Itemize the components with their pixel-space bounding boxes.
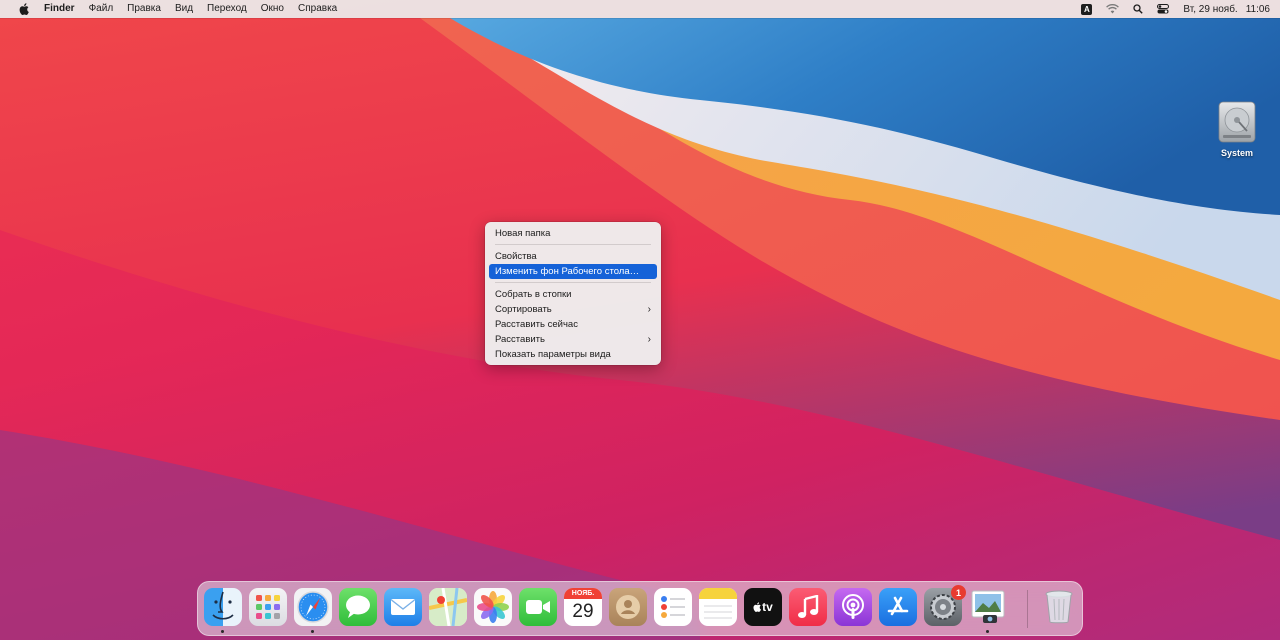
- dock-launchpad[interactable]: [249, 588, 287, 626]
- dock-divider: [1027, 590, 1028, 628]
- messages-icon: [346, 595, 370, 618]
- desktop-context-menu: Новая папка Свойства Изменить фон Рабоче…: [485, 222, 661, 365]
- photos-icon: [477, 591, 509, 623]
- menu-help[interactable]: Справка: [291, 0, 344, 18]
- menu-separator: [495, 282, 651, 283]
- finder-icon: [212, 591, 234, 620]
- input-source-icon[interactable]: A: [1081, 3, 1093, 15]
- menu-item-label: Сортировать: [495, 304, 552, 315]
- chevron-right-icon: ›: [647, 304, 651, 315]
- menu-go[interactable]: Переход: [200, 0, 254, 18]
- dock-safari[interactable]: [294, 588, 332, 633]
- dock-system-preferences[interactable]: 1: [924, 585, 966, 626]
- clock-time: 11:06: [1245, 3, 1270, 15]
- dock-preview[interactable]: [969, 588, 1007, 633]
- launchpad-icon: [256, 595, 280, 619]
- dock-contacts[interactable]: [609, 588, 647, 626]
- preview-icon: [971, 590, 1005, 623]
- music-icon: [798, 595, 819, 618]
- menu-item-label: Показать параметры вида: [495, 349, 611, 360]
- menu-window[interactable]: Окно: [254, 0, 291, 18]
- notes-icon: [699, 588, 737, 619]
- app-store-icon: [887, 596, 909, 616]
- menu-item-use-stacks[interactable]: Собрать в стопки: [489, 287, 657, 302]
- reminders-icon: [661, 596, 685, 618]
- dock-podcasts[interactable]: [834, 588, 872, 626]
- trash-icon: [1045, 590, 1073, 624]
- dock-reminders[interactable]: [654, 588, 692, 626]
- calendar-day: 29: [572, 601, 594, 622]
- menu-file[interactable]: Файл: [82, 0, 121, 18]
- dock: НОЯБ. 29 tv 1: [197, 581, 1083, 636]
- dock-music[interactable]: [789, 588, 827, 626]
- dock-calendar[interactable]: НОЯБ. 29: [564, 588, 602, 626]
- hard-drive-icon: [1218, 101, 1256, 143]
- apple-menu-icon[interactable]: [12, 3, 37, 15]
- menu-separator: [495, 244, 651, 245]
- menu-item-new-folder[interactable]: Новая папка: [489, 226, 657, 241]
- facetime-icon: [526, 600, 550, 614]
- menu-bar-clock[interactable]: Вт, 29 нояб. 11:06: [1183, 4, 1270, 15]
- menu-item-label: Собрать в стопки: [495, 289, 572, 300]
- mail-icon: [391, 599, 415, 615]
- menu-item-label: Изменить фон Рабочего стола…: [495, 266, 640, 277]
- running-indicator: [221, 630, 224, 633]
- apple-icon: [753, 602, 762, 612]
- dock-messages[interactable]: [339, 588, 377, 626]
- desktop-icon-system[interactable]: System: [1210, 100, 1264, 158]
- desktop-icon-label: System: [1220, 148, 1254, 158]
- menu-app-finder[interactable]: Finder: [37, 0, 82, 18]
- menu-item-get-info[interactable]: Свойства: [489, 249, 657, 264]
- menu-edit[interactable]: Правка: [120, 0, 168, 18]
- chevron-right-icon: ›: [647, 334, 651, 345]
- control-center-icon[interactable]: [1157, 4, 1170, 14]
- dock-trash[interactable]: [1040, 588, 1078, 626]
- clock-date: Вт, 29 нояб.: [1183, 3, 1238, 15]
- running-indicator: [311, 630, 314, 633]
- safari-icon: [297, 591, 329, 623]
- wifi-icon[interactable]: [1106, 4, 1120, 14]
- dock-maps[interactable]: [429, 588, 467, 626]
- menu-item-label: Расставить сейчас: [495, 319, 578, 330]
- maps-icon: [429, 588, 467, 626]
- contacts-icon: [616, 595, 640, 619]
- dock-tv[interactable]: tv: [744, 588, 782, 626]
- spotlight-search-icon[interactable]: [1133, 4, 1144, 14]
- menu-item-label: Расставить: [495, 334, 545, 345]
- menu-item-change-wallpaper[interactable]: Изменить фон Рабочего стола…: [489, 264, 657, 279]
- dock-finder[interactable]: [204, 588, 242, 633]
- menu-item-clean-up[interactable]: Расставить сейчас: [489, 317, 657, 332]
- dock-mail[interactable]: [384, 588, 422, 626]
- dock-notes[interactable]: [699, 588, 737, 626]
- menu-item-show-view-options[interactable]: Показать параметры вида: [489, 347, 657, 362]
- menu-bar: Finder Файл Правка Вид Переход Окно Спра…: [0, 0, 1280, 18]
- podcasts-icon: [842, 594, 864, 619]
- dock-photos[interactable]: [474, 588, 512, 626]
- desktop[interactable]: Finder Файл Правка Вид Переход Окно Спра…: [0, 0, 1280, 640]
- running-indicator: [986, 630, 989, 633]
- dock-facetime[interactable]: [519, 588, 557, 626]
- tv-label: tv: [762, 600, 773, 614]
- notification-badge: 1: [951, 585, 966, 600]
- dock-app-store[interactable]: [879, 588, 917, 626]
- menu-item-label: Свойства: [495, 251, 537, 262]
- menu-item-sort-by[interactable]: Сортировать ›: [489, 302, 657, 317]
- menu-view[interactable]: Вид: [168, 0, 200, 18]
- calendar-month: НОЯБ.: [564, 588, 602, 599]
- menu-item-label: Новая папка: [495, 228, 551, 239]
- menu-item-clean-up-by[interactable]: Расставить ›: [489, 332, 657, 347]
- calendar-icon: НОЯБ. 29: [564, 588, 602, 626]
